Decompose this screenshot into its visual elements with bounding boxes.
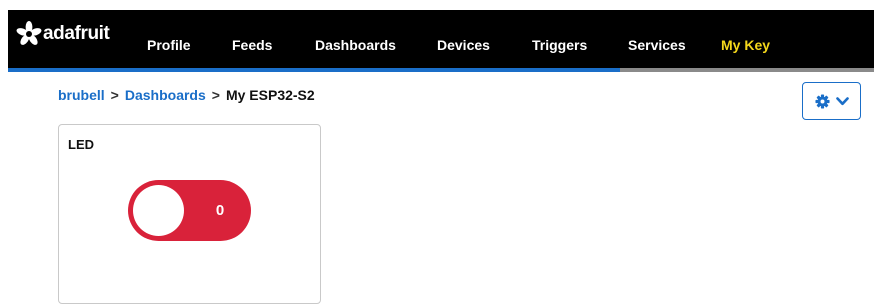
nav-services[interactable]: Services <box>628 37 686 53</box>
breadcrumb-current-dashboard: My ESP32-S2 <box>225 87 315 103</box>
adafruit-logo[interactable]: adafruit <box>16 19 110 49</box>
breadcrumb-dashboards-link[interactable]: Dashboards <box>125 87 206 103</box>
led-toggle-switch[interactable]: 0 <box>128 180 251 241</box>
gear-icon <box>814 93 830 109</box>
nav-profile[interactable]: Profile <box>147 37 191 53</box>
logo-wordmark: adafruit <box>43 23 110 44</box>
nav-devices[interactable]: Devices <box>437 37 490 53</box>
nav-underline-accent <box>8 68 620 72</box>
toggle-value-label: 0 <box>215 202 225 219</box>
breadcrumb-separator: > <box>110 87 119 103</box>
toggle-block-card: LED 0 <box>58 124 321 304</box>
breadcrumb-user-link[interactable]: brubell <box>58 87 105 103</box>
nav-underline-gray <box>620 68 874 72</box>
block-title: LED <box>68 137 94 152</box>
adafruit-flower-icon <box>16 21 42 45</box>
nav-my-key[interactable]: My Key <box>721 37 770 53</box>
nav-dashboards[interactable]: Dashboards <box>315 37 396 53</box>
breadcrumb: brubell > Dashboards > My ESP32-S2 <box>58 87 315 103</box>
nav-feeds[interactable]: Feeds <box>232 37 272 53</box>
toggle-knob <box>133 185 184 236</box>
chevron-down-icon <box>835 96 849 105</box>
breadcrumb-separator: > <box>211 87 220 103</box>
nav-triggers[interactable]: Triggers <box>532 37 587 53</box>
dashboard-settings-button[interactable] <box>802 82 861 120</box>
